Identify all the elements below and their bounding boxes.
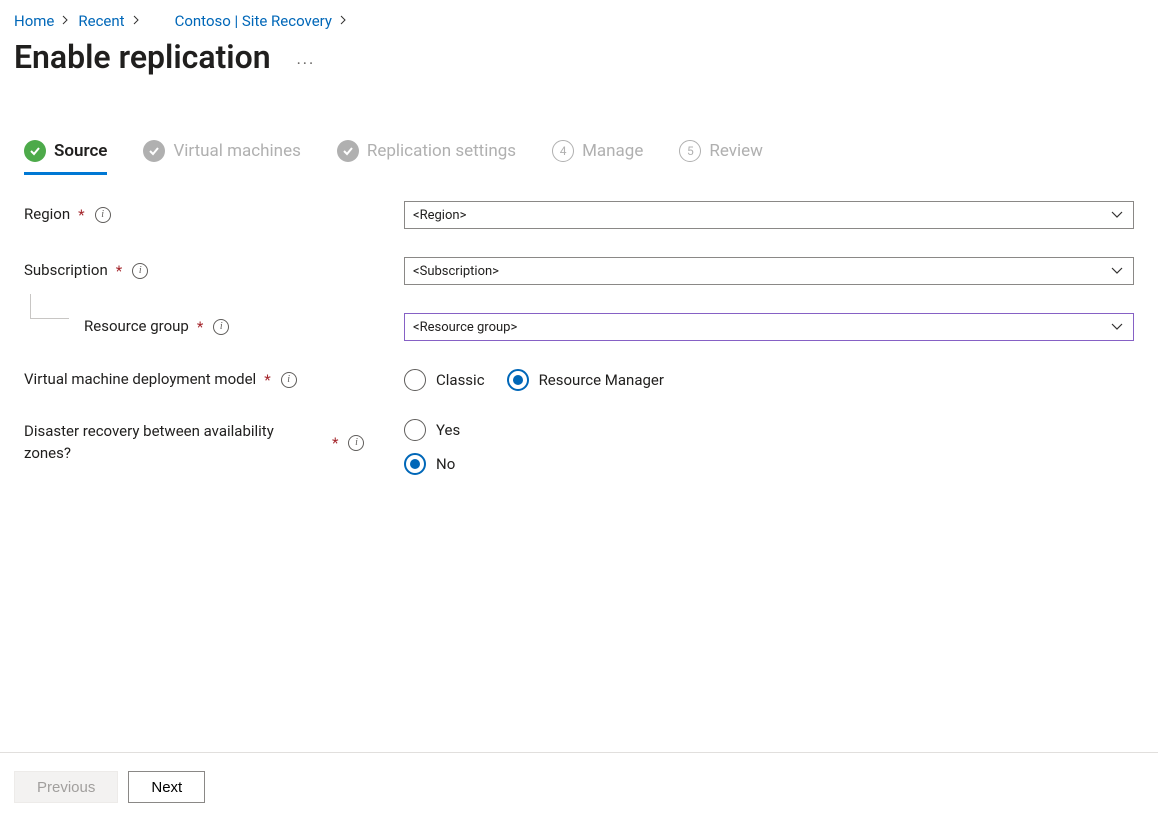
page-root: Home Recent Contoso | Site Recovery Enab… (0, 0, 1158, 817)
breadcrumb-site-recovery[interactable]: Contoso | Site Recovery (175, 12, 332, 30)
page-header: Enable replication ··· (0, 30, 1158, 80)
radio-icon (404, 419, 426, 441)
required-indicator: * (116, 262, 122, 280)
region-dropdown[interactable]: <Region> (404, 201, 1134, 229)
radio-yes[interactable]: Yes (404, 419, 460, 441)
radio-no[interactable]: No (404, 453, 455, 475)
check-icon (24, 140, 46, 162)
required-indicator: * (78, 206, 84, 224)
radio-label: Resource Manager (539, 371, 664, 389)
chevron-down-icon (1110, 322, 1124, 332)
page-title: Enable replication (14, 38, 271, 76)
resource-group-dropdown[interactable]: <Resource group> (404, 313, 1134, 341)
step-manage[interactable]: 4 Manage (552, 140, 643, 175)
radio-resource-manager[interactable]: Resource Manager (507, 369, 664, 391)
row-subscription: Subscription * i <Subscription> (24, 257, 1134, 285)
info-icon[interactable]: i (95, 207, 111, 223)
chevron-right-icon (62, 15, 70, 28)
radio-label: Classic (436, 371, 485, 389)
steps-nav: Source Virtual machines Replication sett… (0, 80, 1158, 175)
step-label: Virtual machines (173, 141, 300, 161)
tree-connector-icon (30, 294, 69, 319)
dropdown-value: <Resource group> (413, 320, 517, 335)
dropdown-value: <Subscription> (413, 264, 499, 279)
required-indicator: * (264, 371, 270, 389)
deployment-model-radio-group: Classic Resource Manager (404, 369, 664, 391)
breadcrumb-home[interactable]: Home (14, 12, 54, 30)
step-label: Replication settings (367, 141, 516, 161)
dropdown-value: <Region> (413, 208, 466, 223)
required-indicator: * (197, 318, 203, 336)
label-resource-group: Resource group * i (24, 316, 404, 338)
info-icon[interactable]: i (281, 372, 297, 388)
info-icon[interactable]: i (213, 319, 229, 335)
previous-button: Previous (14, 771, 118, 803)
more-menu-icon[interactable]: ··· (291, 48, 322, 79)
chevron-down-icon (1110, 210, 1124, 220)
step-replication-settings[interactable]: Replication settings (337, 140, 516, 175)
radio-icon (404, 369, 426, 391)
chevron-right-icon (340, 15, 348, 28)
check-icon (143, 140, 165, 162)
breadcrumb: Home Recent Contoso | Site Recovery (0, 0, 1158, 30)
form: Region * i <Region> Subscription * i (0, 175, 1158, 503)
check-icon (337, 140, 359, 162)
step-source[interactable]: Source (24, 140, 107, 175)
step-virtual-machines[interactable]: Virtual machines (143, 140, 300, 175)
radio-label: No (436, 455, 455, 473)
label-region: Region * i (24, 204, 404, 226)
footer: Previous Next (0, 752, 1158, 817)
info-icon[interactable]: i (348, 435, 364, 451)
label-deployment-model: Virtual machine deployment model * i (24, 369, 404, 391)
step-label: Source (54, 141, 107, 161)
chevron-right-icon (133, 15, 141, 28)
step-label: Manage (582, 141, 643, 161)
label-subscription: Subscription * i (24, 260, 404, 282)
breadcrumb-recent[interactable]: Recent (78, 12, 124, 30)
row-resource-group: Resource group * i <Resource group> (24, 313, 1134, 341)
info-icon[interactable]: i (132, 263, 148, 279)
subscription-dropdown[interactable]: <Subscription> (404, 257, 1134, 285)
dr-between-az-radio-group: Yes No (404, 419, 460, 475)
next-button[interactable]: Next (128, 771, 205, 803)
row-dr-between-az: Disaster recovery between availability z… (24, 419, 1134, 475)
step-label: Review (709, 141, 763, 161)
radio-icon (507, 369, 529, 391)
step-number-icon: 4 (552, 140, 574, 162)
step-review[interactable]: 5 Review (679, 140, 763, 175)
radio-icon (404, 453, 426, 475)
label-dr-between-az: Disaster recovery between availability z… (24, 419, 404, 465)
step-number-icon: 5 (679, 140, 701, 162)
radio-classic[interactable]: Classic (404, 369, 485, 391)
row-deployment-model: Virtual machine deployment model * i Cla… (24, 369, 1134, 391)
chevron-down-icon (1110, 266, 1124, 276)
radio-label: Yes (436, 421, 460, 439)
required-indicator: * (332, 434, 338, 452)
row-region: Region * i <Region> (24, 201, 1134, 229)
